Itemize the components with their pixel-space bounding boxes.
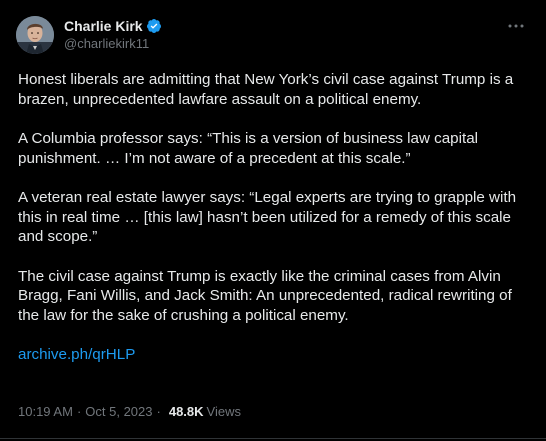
tweet-paragraph: A Columbia professor says: “This is a ve…	[18, 130, 483, 167]
tweet-time[interactable]: 10:19 AM	[18, 404, 73, 419]
author-handle[interactable]: @charliekirk11	[64, 35, 162, 53]
tweet-card: Charlie Kirk @charliekirk11 Honest liber…	[0, 0, 546, 441]
avatar[interactable]	[16, 16, 54, 54]
divider	[0, 438, 546, 439]
tweet-paragraph: The civil case against Trump is exactly …	[18, 267, 517, 324]
verified-badge-icon[interactable]	[146, 18, 162, 34]
views-count: 48.8K	[168, 404, 204, 419]
tweet-meta: 10:19 AM · Oct 5, 2023 · 48.8K Views	[18, 404, 241, 419]
author-names: Charlie Kirk @charliekirk11	[64, 17, 162, 53]
tweet-body: Honest liberals are admitting that New Y…	[18, 70, 530, 365]
tweet-date[interactable]: Oct 5, 2023	[85, 404, 152, 419]
meta-separator: ·	[156, 404, 161, 419]
tweet-link[interactable]: archive.ph/qrHLP	[18, 346, 135, 363]
tweet-paragraph: Honest liberals are admitting that New Y…	[18, 71, 518, 108]
meta-separator: ·	[76, 404, 82, 419]
display-name[interactable]: Charlie Kirk	[64, 17, 143, 35]
tweet-paragraph: A veteran real estate lawyer says: “Lega…	[18, 189, 521, 245]
views-label: Views	[206, 404, 241, 419]
tweet-header: Charlie Kirk @charliekirk11	[16, 14, 530, 56]
name-row: Charlie Kirk	[64, 17, 162, 35]
more-horizontal-icon[interactable]	[506, 18, 526, 34]
